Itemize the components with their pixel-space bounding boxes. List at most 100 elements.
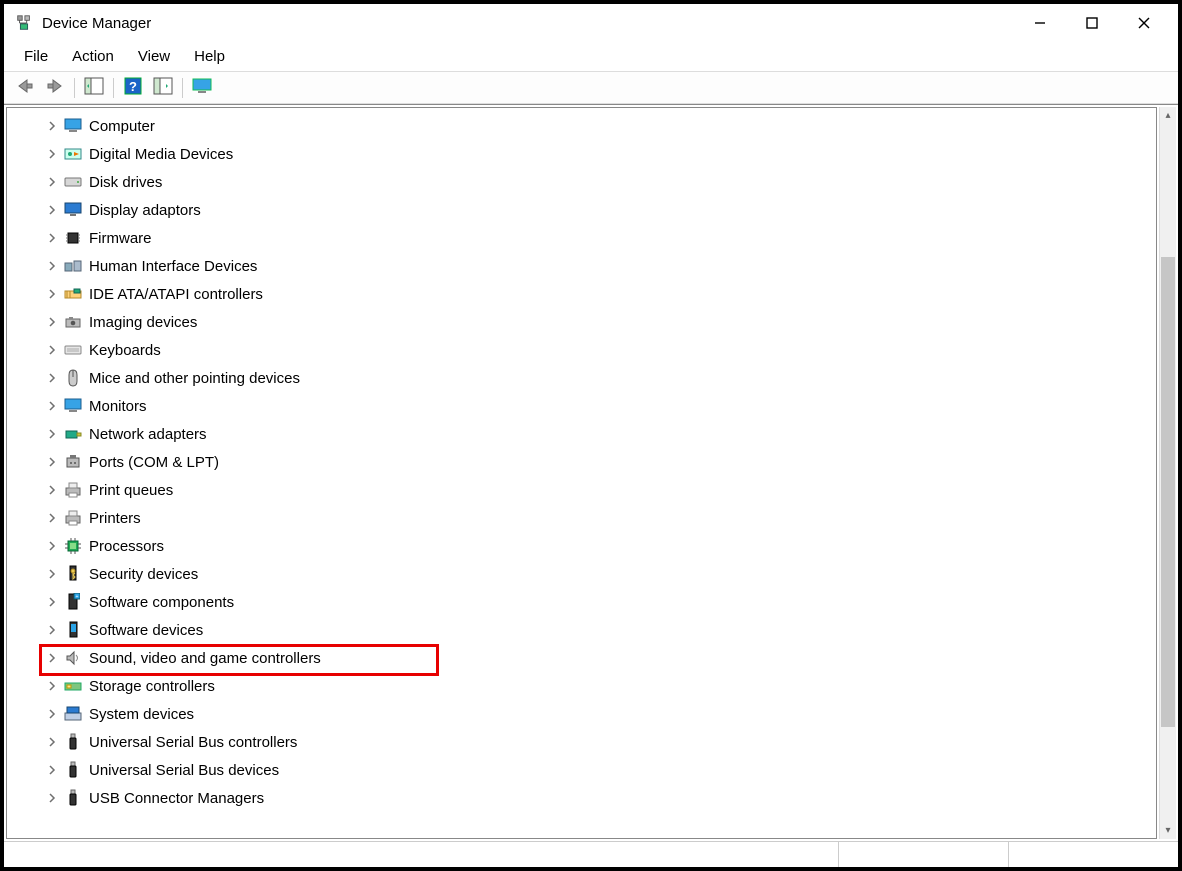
monitor-icon [63,116,83,136]
expand-chevron-icon[interactable] [45,567,59,581]
expand-chevron-icon[interactable] [45,259,59,273]
security-icon [63,564,83,584]
display-icon [63,200,83,220]
tree-node-label: Ports (COM & LPT) [89,454,219,471]
nav-back-button[interactable] [11,75,39,101]
scroll-down-arrow[interactable]: ▾ [1160,822,1176,839]
monitor-button[interactable] [188,75,216,101]
expand-chevron-icon[interactable] [45,203,59,217]
expand-chevron-icon[interactable] [45,147,59,161]
minimize-button[interactable] [1014,7,1066,39]
expand-chevron-icon[interactable] [45,707,59,721]
tree-node-label: Print queues [89,482,173,499]
expand-chevron-icon[interactable] [45,287,59,301]
menu-help[interactable]: Help [184,44,235,69]
expand-chevron-icon[interactable] [45,315,59,329]
tree-node[interactable]: IDE ATA/ATAPI controllers [45,280,1156,308]
tree-node[interactable]: Keyboards [45,336,1156,364]
tree-node-label: Sound, video and game controllers [89,650,321,667]
show-hide-tree-button[interactable] [80,75,108,101]
tree-node[interactable]: Digital Media Devices [45,140,1156,168]
show-hide-tree-icon [84,77,104,98]
window-title: Device Manager [42,15,151,32]
expand-chevron-icon[interactable] [45,455,59,469]
tree-node-label: Software components [89,594,234,611]
expand-chevron-icon[interactable] [45,119,59,133]
menu-view[interactable]: View [128,44,180,69]
tree-node[interactable]: Printers [45,504,1156,532]
display-devices-icon [192,78,212,97]
tree-node[interactable]: Security devices [45,560,1156,588]
tree-node[interactable]: Firmware [45,224,1156,252]
tree-node[interactable]: Human Interface Devices [45,252,1156,280]
expand-chevron-icon[interactable] [45,175,59,189]
expand-chevron-icon[interactable] [45,231,59,245]
expand-chevron-icon[interactable] [45,483,59,497]
tree-node[interactable]: Computer [45,112,1156,140]
tree-node[interactable]: Storage controllers [45,672,1156,700]
tree-node[interactable]: USB Connector Managers [45,784,1156,812]
expand-chevron-icon[interactable] [45,651,59,665]
tree-node-label: Keyboards [89,342,161,359]
nav-back-icon [16,78,34,97]
expand-chevron-icon[interactable] [45,371,59,385]
network-icon [63,424,83,444]
tree-node[interactable]: Display adaptors [45,196,1156,224]
expand-chevron-icon[interactable] [45,763,59,777]
device-tree[interactable]: Computer Digital Media Devices Disk drives… [7,112,1156,812]
expand-chevron-icon[interactable] [45,399,59,413]
vertical-scrollbar[interactable]: ▴ ▾ [1159,107,1176,839]
menu-file[interactable]: File [14,44,58,69]
expand-chevron-icon[interactable] [45,735,59,749]
sound-icon [63,648,83,668]
tree-node-label: Disk drives [89,174,162,191]
tree-node[interactable]: Sound, video and game controllers [45,644,1156,672]
tree-node[interactable]: +Software components [45,588,1156,616]
tree-node[interactable]: Mice and other pointing devices [45,364,1156,392]
expand-chevron-icon[interactable] [45,343,59,357]
content-area: Computer Digital Media Devices Disk drives… [4,104,1178,841]
tree-node-label: Software devices [89,622,203,639]
tree-node[interactable]: Universal Serial Bus devices [45,756,1156,784]
tree-node[interactable]: Software devices [45,616,1156,644]
expand-chevron-icon[interactable] [45,679,59,693]
tree-node-label: Firmware [89,230,152,247]
scroll-thumb[interactable] [1161,257,1175,727]
tree-node-label: Computer [89,118,155,135]
maximize-button[interactable] [1066,7,1118,39]
scroll-up-arrow[interactable]: ▴ [1160,107,1176,124]
tree-node[interactable]: Imaging devices [45,308,1156,336]
close-button[interactable] [1118,7,1170,39]
tree-node[interactable]: System devices [45,700,1156,728]
tree-node[interactable]: Disk drives [45,168,1156,196]
nav-forward-button[interactable] [41,75,69,101]
tree-node[interactable]: Processors [45,532,1156,560]
expand-chevron-icon[interactable] [45,791,59,805]
tree-node-label: Universal Serial Bus controllers [89,734,297,751]
tree-node[interactable]: Universal Serial Bus controllers [45,728,1156,756]
camera-icon [63,312,83,332]
expand-chevron-icon[interactable] [45,623,59,637]
tree-node-label: Universal Serial Bus devices [89,762,279,779]
expand-chevron-icon[interactable] [45,595,59,609]
scan-hardware-button[interactable] [149,75,177,101]
title-bar: Device Manager [4,4,1178,42]
expand-chevron-icon[interactable] [45,511,59,525]
status-bar [4,841,1178,867]
tree-node[interactable]: Print queues [45,476,1156,504]
expand-chevron-icon[interactable] [45,427,59,441]
system-icon [63,704,83,724]
device-tree-pane: Computer Digital Media Devices Disk drives… [6,107,1157,839]
status-segment [838,842,1008,867]
toolbar-separator [74,78,75,98]
tree-node-label: Human Interface Devices [89,258,257,275]
help-button[interactable]: ? [119,75,147,101]
tree-node[interactable]: Ports (COM & LPT) [45,448,1156,476]
menu-action[interactable]: Action [62,44,124,69]
toolbar-separator [113,78,114,98]
tree-node[interactable]: Monitors [45,392,1156,420]
tree-node[interactable]: Network adapters [45,420,1156,448]
storage-icon [63,676,83,696]
app-icon [14,13,34,33]
expand-chevron-icon[interactable] [45,539,59,553]
